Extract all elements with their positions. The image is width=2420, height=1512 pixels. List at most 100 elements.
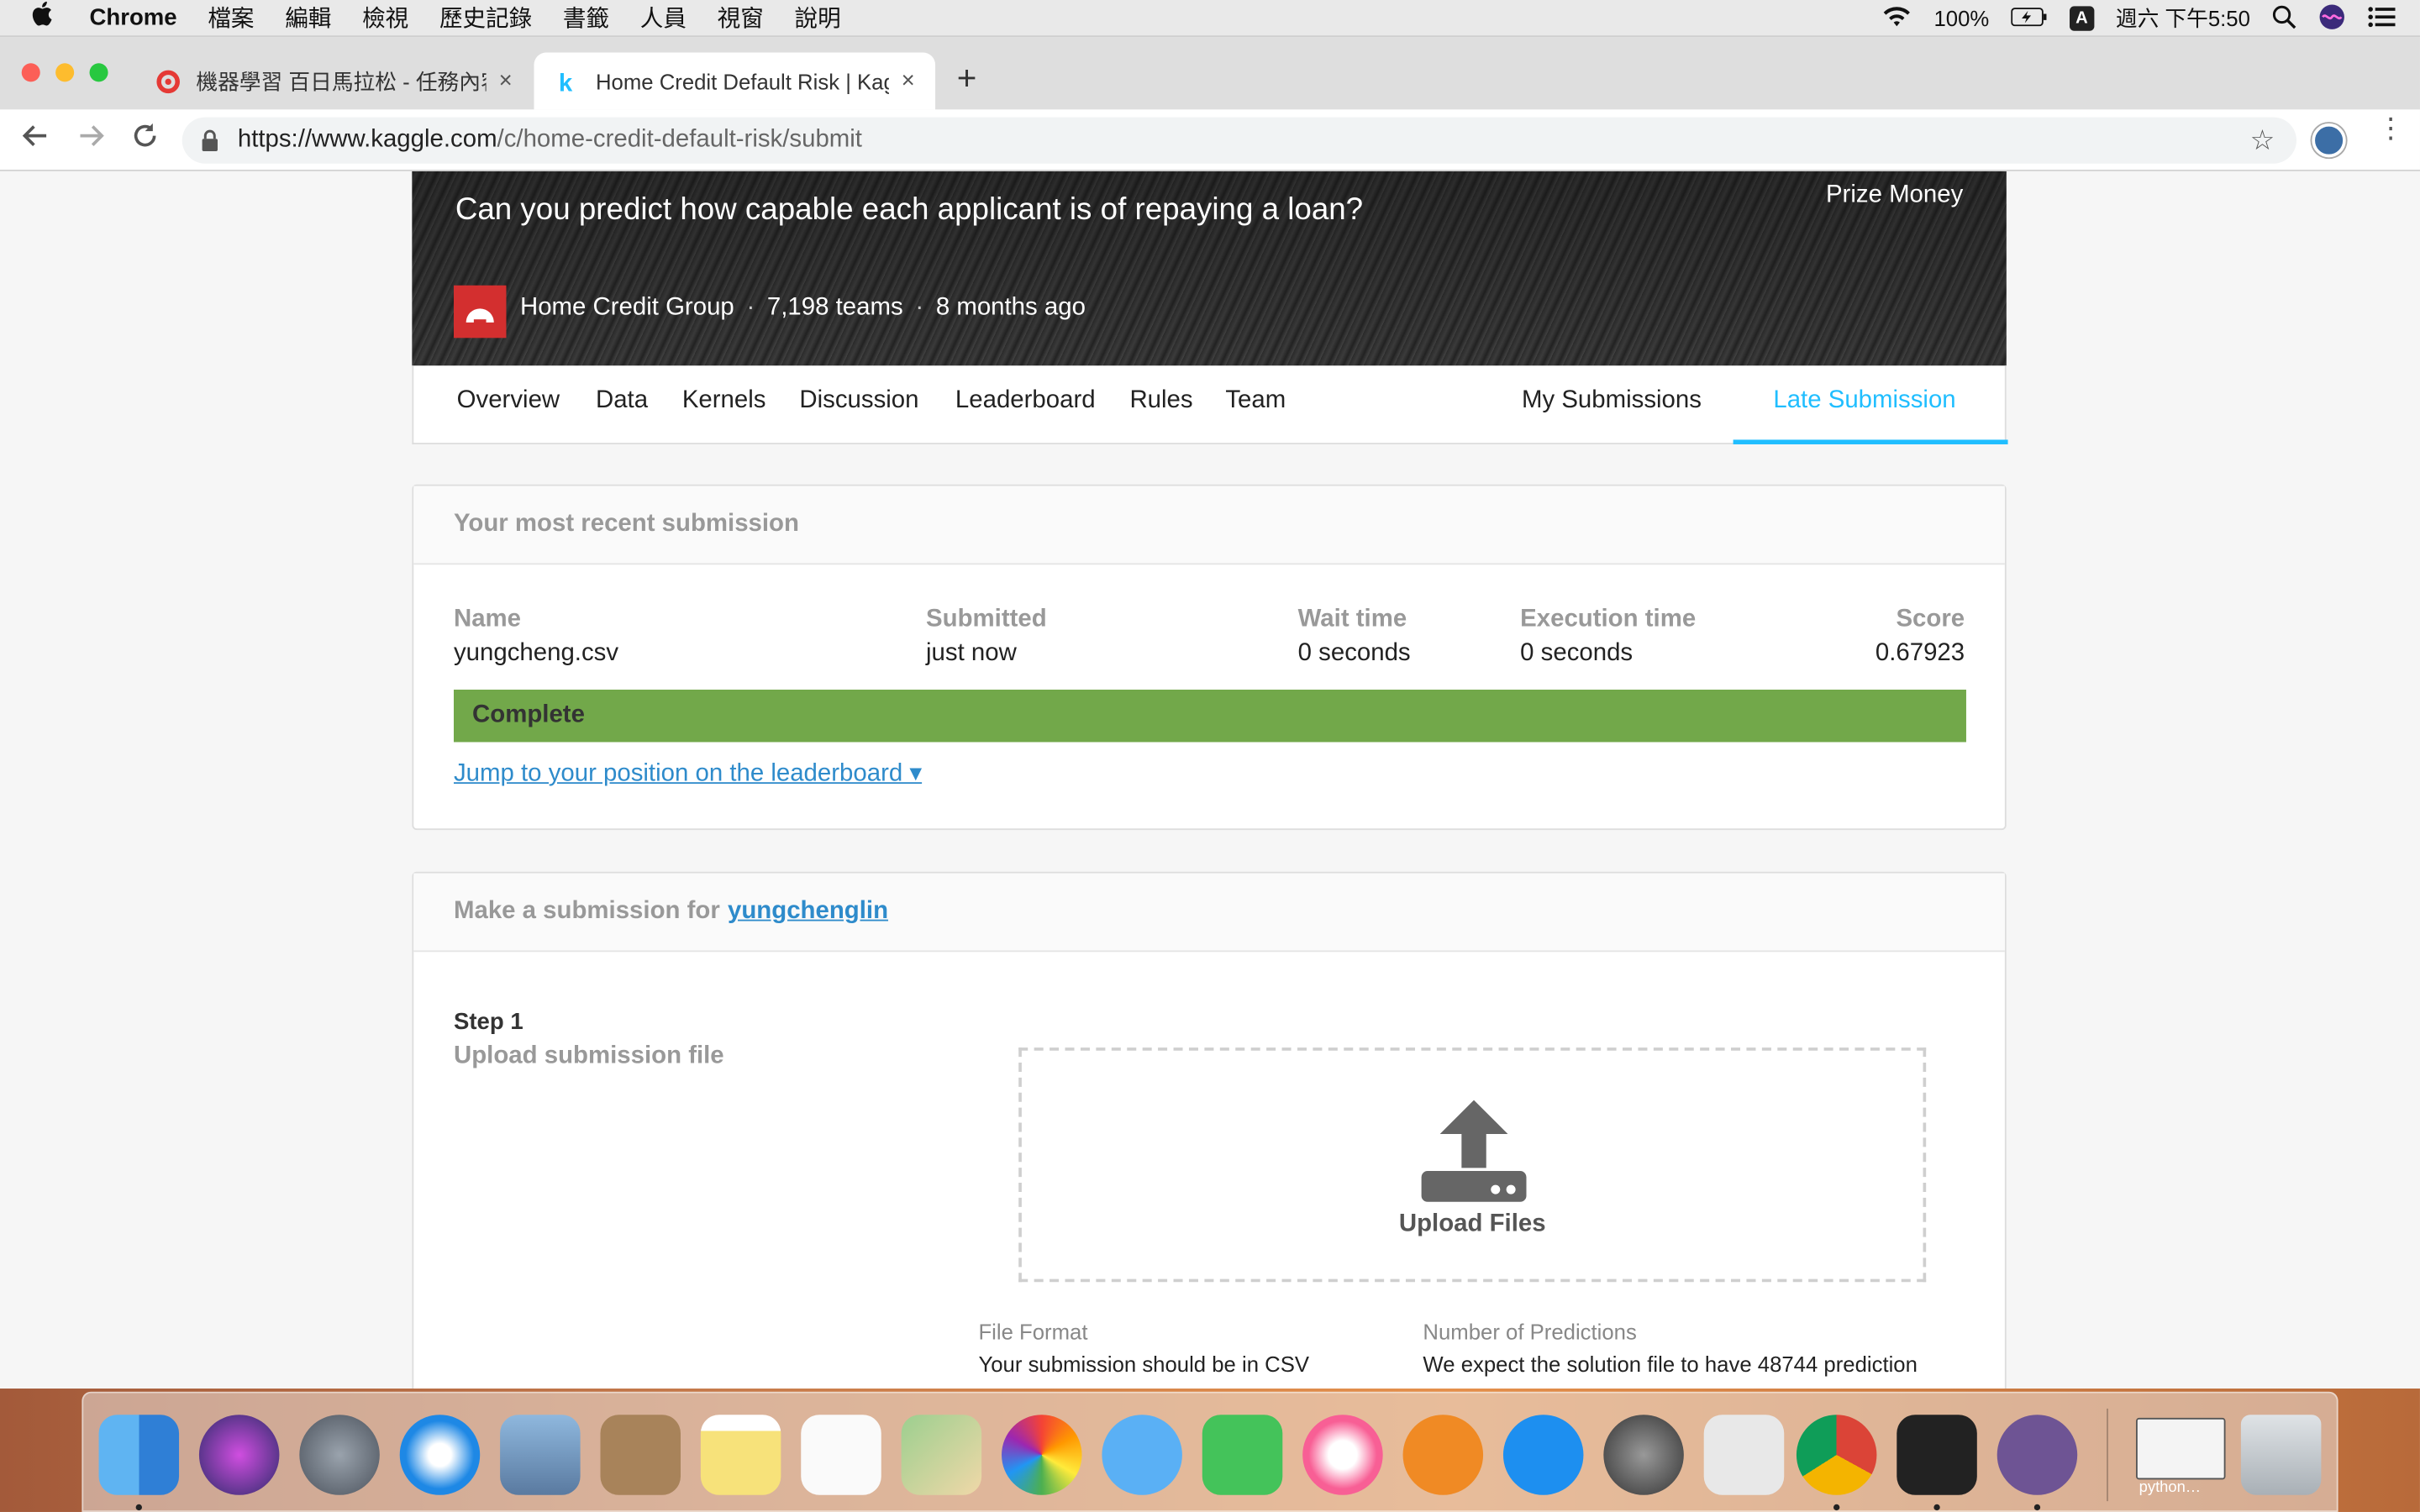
wifi-icon[interactable] <box>1881 5 1912 31</box>
photos-icon[interactable] <box>1002 1415 1082 1495</box>
nav-late-submission[interactable]: Late Submission <box>1773 387 1955 415</box>
lock-icon[interactable] <box>201 129 219 151</box>
active-tab-underline <box>1733 439 2008 444</box>
itunes-icon[interactable] <box>1302 1415 1383 1495</box>
submission-filename: yungcheng.csv <box>453 640 619 667</box>
menu-file[interactable]: 檔案 <box>208 2 254 34</box>
trash-icon[interactable] <box>2240 1415 2322 1495</box>
kaggle-page: Can you predict how capable each applica… <box>0 171 2420 1389</box>
competition-meta: Home Credit Group · 7,198 teams · 8 mont… <box>520 295 1086 323</box>
input-method-icon[interactable]: A <box>2069 6 2095 31</box>
competition-headline: Can you predict how capable each applica… <box>455 192 1364 227</box>
mail-icon[interactable] <box>500 1415 581 1495</box>
tab-cupoy[interactable]: 機器學習 百日馬拉松 - 任務內容 × <box>136 52 531 109</box>
svg-text:k: k <box>559 69 573 93</box>
menu-bookmarks[interactable]: 書籤 <box>563 2 609 34</box>
nav-overview[interactable]: Overview <box>457 387 560 415</box>
tab-title: Home Credit Default Risk | Kag <box>595 68 889 94</box>
siri-icon[interactable] <box>198 1415 280 1495</box>
card-header: Make a submission for yungchenglin <box>413 873 2005 953</box>
menu-help[interactable]: 說明 <box>795 2 841 34</box>
contacts-icon[interactable] <box>600 1415 681 1495</box>
notes-icon[interactable] <box>700 1415 781 1495</box>
chrome-menu-kebab-icon[interactable]: ⋮ <box>2377 114 2405 142</box>
username-link[interactable]: yungchenglin <box>728 898 888 926</box>
menubar-status-area: 100% A 週六 下午5:50 <box>1881 0 2396 37</box>
card-header: Your most recent submission <box>413 486 2005 565</box>
menu-history[interactable]: 歷史記錄 <box>439 2 532 34</box>
minimized-window-thumbnail[interactable] <box>2135 1417 2226 1480</box>
card-title-prefix: Make a submission for <box>453 897 720 925</box>
tab-close-icon[interactable]: × <box>499 68 513 94</box>
spotlight-search-icon[interactable] <box>2272 4 2296 34</box>
reload-icon[interactable] <box>131 122 159 159</box>
forward-arrow-icon[interactable] <box>77 122 105 159</box>
app-menu-chrome[interactable]: Chrome <box>90 5 177 31</box>
facetime-icon[interactable] <box>1202 1415 1283 1495</box>
upload-icon <box>1418 1097 1529 1213</box>
address-bar[interactable]: https://www.kaggle.com/c/home-credit-def… <box>182 117 2297 164</box>
app-store-icon[interactable] <box>1502 1415 1584 1495</box>
nav-rules[interactable]: Rules <box>1129 387 1192 415</box>
terminal-icon[interactable] <box>1897 1415 1977 1495</box>
new-tab-button[interactable]: + <box>957 59 977 99</box>
col-header-score: Score <box>1896 606 1965 633</box>
submission-time: just now <box>926 640 1017 667</box>
back-arrow-icon[interactable] <box>22 122 50 159</box>
org-name[interactable]: Home Credit Group <box>520 295 734 323</box>
file-format-text: Your submission should be in CSV <box>978 1351 1310 1377</box>
nav-discussion[interactable]: Discussion <box>799 387 918 415</box>
ibooks-icon[interactable] <box>1402 1415 1484 1495</box>
nav-team[interactable]: Team <box>1225 387 1286 415</box>
jump-to-leaderboard-link[interactable]: Jump to your position on the leaderboard… <box>454 758 922 789</box>
messages-icon[interactable] <box>1102 1415 1182 1495</box>
competition-age: 8 months ago <box>935 294 1086 322</box>
system-preferences-icon[interactable] <box>1603 1415 1684 1495</box>
menu-people[interactable]: 人員 <box>640 2 687 34</box>
reminders-icon[interactable] <box>801 1415 881 1495</box>
competition-nav: Overview Data Kernels Discussion Leaderb… <box>412 365 2008 444</box>
meta-separator: · <box>915 294 924 322</box>
menubar-clock[interactable]: 週六 下午5:50 <box>2116 3 2250 34</box>
chrome-icon[interactable] <box>1796 1415 1877 1495</box>
col-header-exec: Execution time <box>1520 606 1697 633</box>
window-minimize-button[interactable] <box>55 63 75 82</box>
col-header-name: Name <box>453 606 522 633</box>
window-close-button[interactable] <box>21 63 40 82</box>
maps-icon[interactable] <box>901 1415 982 1495</box>
menu-window[interactable]: 視窗 <box>718 2 764 34</box>
menu-view[interactable]: 檢視 <box>362 2 408 34</box>
dock-separator <box>2107 1408 2108 1502</box>
status-text: Complete <box>472 701 585 728</box>
competition-header: Can you predict how capable each applica… <box>412 171 2007 366</box>
col-header-wait: Wait time <box>1297 606 1407 633</box>
window-zoom-button[interactable] <box>89 63 108 82</box>
tab-close-icon[interactable]: × <box>902 68 915 94</box>
step-label: Step 1 <box>453 1009 523 1036</box>
tab-kaggle[interactable]: k Home Credit Default Risk | Kag × <box>534 52 936 110</box>
github-desktop-icon[interactable] <box>1996 1415 2078 1495</box>
nav-data[interactable]: Data <box>596 387 648 415</box>
script-editor-icon[interactable] <box>1703 1415 1785 1495</box>
upload-dropzone[interactable]: Upload Files <box>1018 1047 1927 1283</box>
kaggle-favicon-icon: k <box>553 67 581 95</box>
menu-edit[interactable]: 編輯 <box>285 2 331 34</box>
siri-icon[interactable] <box>2318 3 2346 35</box>
nav-my-submissions[interactable]: My Submissions <box>1522 387 1702 415</box>
apple-menu-icon[interactable] <box>31 1 65 34</box>
profile-avatar[interactable] <box>2312 123 2346 158</box>
bookmark-star-icon[interactable]: ☆ <box>2250 124 2275 157</box>
submission-score: 0.67923 <box>1875 640 1965 667</box>
running-indicator <box>2033 1504 2041 1511</box>
safari-icon[interactable] <box>399 1415 481 1495</box>
launchpad-icon[interactable] <box>299 1415 380 1495</box>
nav-kernels[interactable]: Kernels <box>682 387 766 415</box>
step-description: Upload submission file <box>453 1042 724 1069</box>
running-indicator <box>1933 1504 1940 1511</box>
nav-leaderboard[interactable]: Leaderboard <box>955 387 1096 415</box>
battery-icon[interactable] <box>2010 6 2048 30</box>
notification-center-icon[interactable] <box>2367 5 2396 31</box>
home-credit-logo-icon[interactable] <box>453 285 507 339</box>
make-submission-card: Make a submission for yungchenglin Step … <box>412 871 2007 1389</box>
finder-icon[interactable] <box>98 1415 180 1495</box>
